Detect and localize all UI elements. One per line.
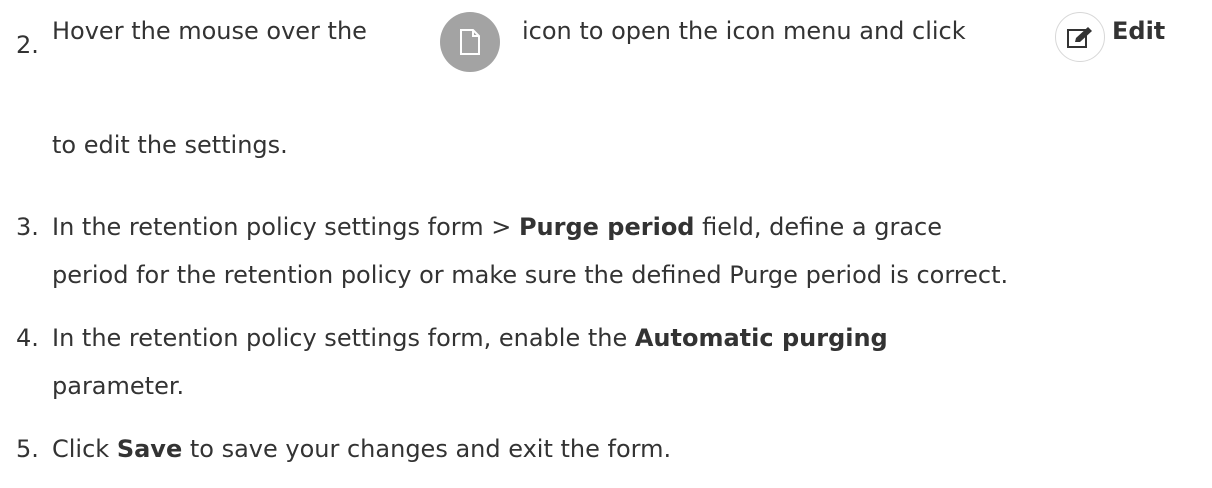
step-5-line-1: Click Save to save your changes and exit… bbox=[52, 434, 671, 464]
step-5-bold: Save bbox=[116, 435, 183, 463]
step-5-number: 5. bbox=[16, 435, 39, 463]
step-3-line-1: In the retention policy settings form > … bbox=[52, 212, 942, 242]
step-4-line-1: In the retention policy settings form, e… bbox=[52, 323, 888, 353]
step-4-number: 4. bbox=[16, 324, 39, 352]
step-3-number: 3. bbox=[16, 213, 39, 241]
step-2-continuation: to edit the settings. bbox=[52, 131, 288, 159]
step-3-continuation: period for the retention policy or make … bbox=[52, 261, 1009, 289]
step-3-bold: Purge period bbox=[518, 213, 695, 241]
edit-icon[interactable] bbox=[1055, 12, 1105, 62]
step-4-text-prefix: In the retention policy settings form, e… bbox=[52, 324, 635, 352]
step-2-edit-label: Edit bbox=[1112, 17, 1166, 45]
document-icon[interactable] bbox=[440, 12, 500, 72]
step-4-continuation: parameter. bbox=[52, 372, 185, 400]
step-4-bold: Automatic purging bbox=[634, 324, 888, 352]
step-3-text-suffix: field, define a grace bbox=[694, 213, 942, 241]
step-3-text-prefix: In the retention policy settings form > bbox=[52, 213, 519, 241]
step-2-text-middle: icon to open the icon menu and click bbox=[522, 17, 966, 45]
step-5-text-suffix: to save your changes and exit the form. bbox=[182, 435, 672, 463]
step-2-text-prefix: Hover the mouse over the bbox=[52, 17, 367, 45]
step-2-number: 2. bbox=[16, 31, 39, 59]
step-5-text-prefix: Click bbox=[52, 435, 117, 463]
